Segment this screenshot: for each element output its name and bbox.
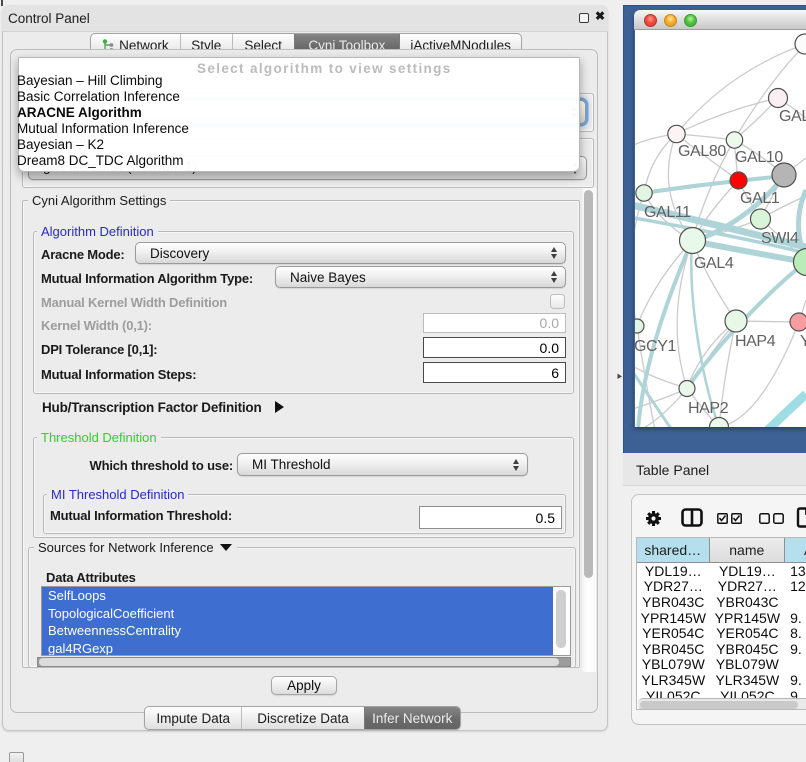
table-cell: YBR043C <box>637 594 710 610</box>
table-row[interactable]: YDR27…YDR27…12 <box>637 579 806 595</box>
table-cell: YER054C <box>637 625 710 641</box>
table-row[interactable]: YLR345WYLR345W9. <box>637 672 806 688</box>
table-panel-title: Table Panel <box>636 462 709 478</box>
table-row[interactable]: YBR045CYBR045C9. <box>637 641 806 657</box>
checked-boxes-icon[interactable] <box>717 513 743 524</box>
table-cell: 13 <box>785 563 806 579</box>
table-cell: YDR27… <box>637 579 710 595</box>
table-cell: 12 <box>785 579 806 595</box>
table-header-row: shared… name A <box>637 538 806 563</box>
table-cell: YDR27… <box>710 579 786 595</box>
column-header-name[interactable]: name <box>710 538 786 563</box>
table-cell: YBR045C <box>710 641 786 657</box>
table-cell: YBR043C <box>710 594 786 610</box>
table-cell: YLR345W <box>710 672 786 688</box>
table-row[interactable]: YPR145WYPR145W9. <box>637 610 806 626</box>
table-cell: 9. <box>785 610 806 626</box>
column-header-partial[interactable]: A <box>785 538 806 563</box>
table-cell: YBR045C <box>637 641 710 657</box>
node-table: shared… name A YDL19…YDL19…13YDR27…YDR27… <box>636 537 806 710</box>
table-cell: 9. <box>785 672 806 688</box>
document-icon[interactable] <box>796 507 806 528</box>
table-cell: 8. <box>785 625 806 641</box>
table-row[interactable]: YDL19…YDL19…13 <box>637 563 806 579</box>
column-header-shared-name[interactable]: shared… <box>637 538 710 563</box>
table-hscrollbar-track[interactable] <box>638 698 806 710</box>
table-cell: YLR345W <box>637 672 710 688</box>
table-panel: Table Panel shared… <box>0 0 806 762</box>
table-cell: YPR145W <box>637 610 710 626</box>
table-cell: 9. <box>785 641 806 657</box>
split-pane-icon[interactable] <box>681 508 703 527</box>
table-cell <box>785 657 806 673</box>
table-cell: YBL079W <box>710 657 786 673</box>
table-row[interactable]: YER054CYER054C8. <box>637 625 806 641</box>
table-cell: YPR145W <box>710 610 786 626</box>
table-row[interactable]: YBR043CYBR043C <box>637 594 806 610</box>
table-hscrollbar-thumb[interactable] <box>640 701 798 709</box>
table-cell: YBL079W <box>637 657 710 673</box>
table-cell: YER054C <box>710 625 786 641</box>
unchecked-boxes-icon[interactable] <box>759 513 784 524</box>
table-row[interactable]: YBL079WYBL079W <box>637 657 806 673</box>
gear-icon[interactable] <box>645 510 662 527</box>
table-cell <box>785 594 806 610</box>
table-cell: YDL19… <box>637 563 710 579</box>
table-cell: YDL19… <box>710 563 786 579</box>
